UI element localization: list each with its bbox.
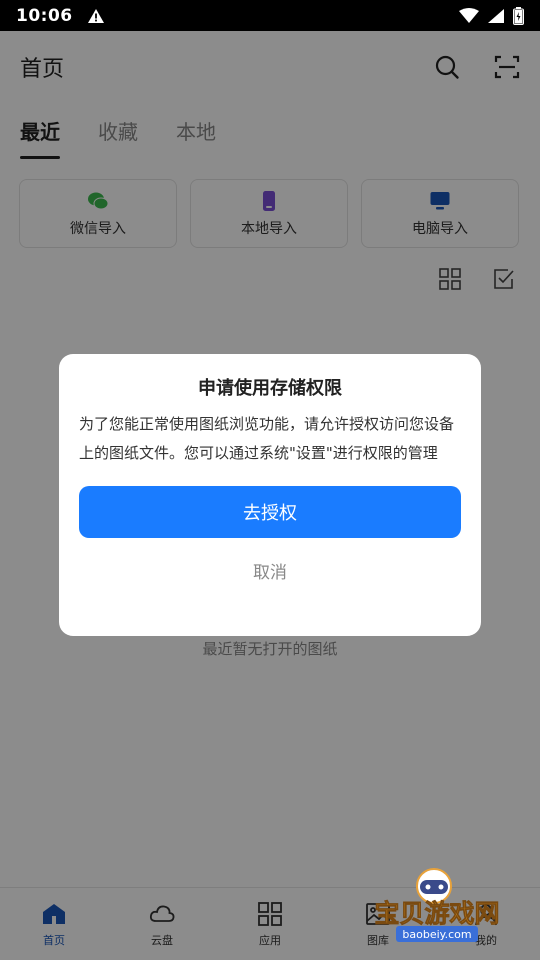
- dialog-body: 为了您能正常使用图纸浏览功能，请允许授权访问您设备上的图纸文件。您可以通过系统"…: [79, 415, 455, 462]
- cancel-button[interactable]: 取消: [253, 558, 287, 583]
- status-time: 10:06: [16, 5, 73, 26]
- svg-text:baobeiy.com: baobeiy.com: [402, 928, 471, 941]
- watermark-logo: 宝贝游戏网 baobeiy.com: [362, 866, 512, 944]
- signal-icon: [488, 8, 504, 23]
- wifi-icon: [459, 7, 479, 23]
- dialog-title: 申请使用存储权限: [198, 378, 342, 399]
- battery-icon: [513, 6, 524, 25]
- svg-text:宝贝游戏网: 宝贝游戏网: [374, 899, 499, 928]
- warning-icon: [87, 8, 104, 23]
- authorize-button[interactable]: 去授权: [79, 486, 461, 538]
- permission-dialog: 申请使用存储权限 为了您能正常使用图纸浏览功能，请允许授权访问您设备上的图纸文件…: [59, 354, 481, 636]
- status-bar: 10:06: [0, 0, 540, 31]
